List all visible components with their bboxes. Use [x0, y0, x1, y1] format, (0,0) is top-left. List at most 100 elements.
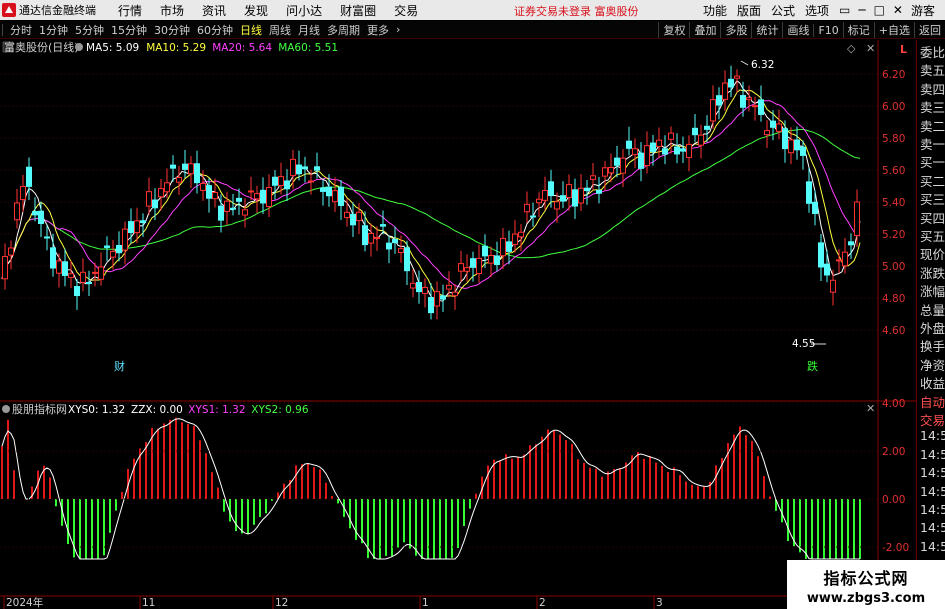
chevron-right-icon[interactable]: ›	[394, 23, 402, 36]
candle-body	[290, 158, 296, 177]
marker-die[interactable]: 跌	[807, 359, 818, 373]
btn-fuquan[interactable]: 复权	[658, 22, 689, 38]
candle-body	[788, 139, 794, 154]
period-multi[interactable]: 多周期	[325, 22, 362, 38]
period-15min[interactable]: 15分钟	[109, 22, 149, 38]
candle-body	[176, 177, 182, 183]
candle-body	[266, 187, 272, 208]
side-item: 14:56	[920, 428, 945, 444]
side-item: 卖二	[920, 118, 945, 134]
side-item: 现价	[920, 247, 945, 263]
candle-body	[662, 148, 668, 155]
app-name: 通达信金融终端	[19, 4, 96, 17]
side-item[interactable]: 自动	[920, 392, 945, 411]
candle-body	[602, 167, 608, 177]
close-indicator-icon[interactable]: ✕	[866, 402, 875, 415]
side-item: 卖一	[920, 137, 945, 152]
btn-tongji[interactable]: 统计	[751, 22, 782, 38]
menu-gongneng[interactable]: 功能	[703, 2, 727, 19]
candle-body	[656, 139, 662, 147]
indicator-settings-icon[interactable]	[2, 405, 10, 413]
menu-banmian[interactable]: 版面	[737, 2, 761, 19]
menu-xuanxiang[interactable]: 选项	[805, 2, 829, 19]
side-item: 14:56	[920, 502, 945, 517]
btn-huaxian[interactable]: 画线	[782, 22, 813, 38]
candle-body	[548, 181, 554, 197]
period-fenshi[interactable]: 分时	[8, 22, 34, 38]
period-weekly[interactable]: 周线	[267, 22, 293, 38]
btn-diejia[interactable]: 叠加	[689, 22, 720, 38]
candle-body	[134, 220, 140, 234]
candle-body	[368, 233, 374, 244]
menu-caifuquan[interactable]: 财富圈	[340, 2, 376, 19]
btn-biaoji[interactable]: 标记	[842, 22, 874, 38]
minimize-icon[interactable]: ─	[858, 3, 865, 17]
login-notice[interactable]: 证券交易未登录 富奥股份	[514, 3, 639, 19]
candle-body	[512, 233, 518, 245]
period-monthly[interactable]: 月线	[296, 22, 322, 38]
candle-body	[590, 175, 596, 180]
btn-f10[interactable]: F10	[813, 23, 842, 37]
menu-wenxiaoda[interactable]: 问小达	[286, 2, 322, 19]
indicator-line	[1, 418, 860, 560]
candle-body	[230, 207, 236, 210]
btn-add-watchlist[interactable]: +自选	[873, 22, 914, 38]
watermark: 指标公式网 www.zbgs3.com	[787, 560, 945, 609]
side-item[interactable]: 交易	[920, 410, 945, 429]
candle-body	[272, 176, 278, 186]
candle-body	[170, 164, 176, 169]
candle-body	[314, 166, 320, 171]
guest-label[interactable]: 游客	[911, 2, 935, 19]
candle-body	[680, 148, 686, 152]
candle-body	[620, 157, 626, 174]
restore-window-icon[interactable]: ▭	[839, 3, 850, 17]
kline-chart-svg[interactable]: 6.20 6.00 5.80 5.60 5.40 5.20 5.00 4.80 4.60 4.0…	[0, 40, 945, 609]
price-tick: 6.20	[882, 69, 905, 81]
gear-icon[interactable]: ◇	[847, 42, 856, 55]
period-more[interactable]: 更多	[365, 22, 391, 38]
side-item: 卖四	[920, 81, 945, 97]
level-l-icon[interactable]: L	[900, 43, 907, 56]
menu-gongshi[interactable]: 公式	[771, 2, 795, 19]
btn-back[interactable]: 返回	[914, 22, 945, 38]
candle-body	[128, 221, 134, 234]
indicator-legend-item: ZZX: 0.00	[131, 404, 183, 416]
candle-body	[260, 189, 266, 204]
candle-body	[842, 251, 848, 267]
menu-faxian[interactable]: 发现	[244, 2, 268, 19]
candle-body	[164, 182, 170, 193]
menu-hangqing[interactable]: 行情	[118, 2, 142, 19]
menu-jiaoyi[interactable]: 交易	[394, 2, 418, 19]
candle-body	[536, 198, 542, 204]
period-5min[interactable]: 5分钟	[73, 22, 106, 38]
candle-body	[122, 228, 128, 251]
period-30min[interactable]: 30分钟	[152, 22, 192, 38]
candle-body	[734, 75, 740, 79]
period-60min[interactable]: 60分钟	[195, 22, 235, 38]
marker-cai[interactable]: 财	[114, 359, 125, 373]
settings-icon[interactable]	[75, 43, 83, 51]
maximize-icon[interactable]: □	[874, 3, 885, 17]
app-logo-icon	[2, 3, 16, 17]
candle-body	[782, 128, 788, 150]
chart-area[interactable]: 6.20 6.00 5.80 5.60 5.40 5.20 5.00 4.80 4.60 4.0…	[0, 40, 945, 609]
toolbar-divider	[2, 23, 3, 36]
menu-shichang[interactable]: 市场	[160, 2, 184, 19]
date-label: 3	[656, 597, 663, 609]
period-1min[interactable]: 1分钟	[37, 22, 70, 38]
date-axis: 2024年 11 12 1 2 3	[3, 596, 663, 609]
btn-duogu[interactable]: 多股	[720, 22, 751, 38]
period-daily[interactable]: 日线	[238, 22, 264, 38]
price-tick: 5.60	[882, 165, 905, 177]
close-icon[interactable]: ✕	[893, 3, 903, 17]
candle-body	[362, 225, 368, 246]
menu-zixun[interactable]: 资讯	[202, 2, 226, 19]
candle-body	[182, 163, 188, 170]
candle-body	[416, 282, 422, 293]
close-panel-icon[interactable]: ✕	[866, 42, 875, 55]
candle-body	[206, 185, 212, 199]
candle-body	[434, 291, 440, 307]
price-tick: 4.60	[882, 325, 905, 337]
side-item: 换手	[920, 339, 945, 355]
candle-body	[836, 259, 842, 262]
